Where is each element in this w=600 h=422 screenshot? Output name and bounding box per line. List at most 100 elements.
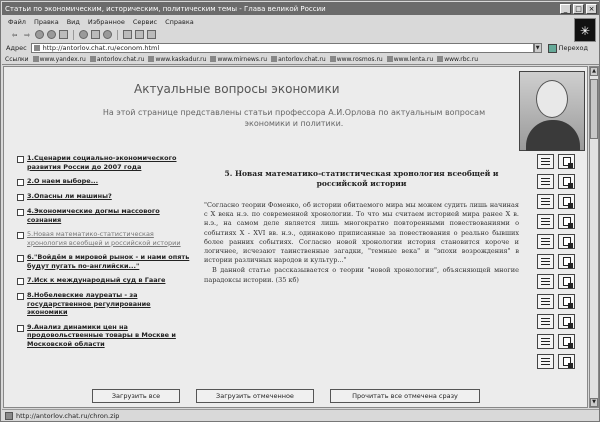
address-input[interactable]: http://antorlov.chat.ru/econom.html bbox=[30, 43, 534, 53]
menu-file[interactable]: Файл bbox=[8, 18, 26, 26]
article-checkbox[interactable] bbox=[17, 255, 24, 262]
icon-row bbox=[537, 354, 582, 369]
history-icon[interactable] bbox=[102, 30, 112, 39]
article-link-current[interactable]: 5.Новая математико-статистическая хронол… bbox=[27, 230, 192, 247]
article-link[interactable]: 3.Опасны ли машины? bbox=[27, 192, 112, 201]
link-item[interactable]: www.kaskadur.ru bbox=[148, 56, 206, 63]
icon-row bbox=[537, 174, 582, 189]
read-text-icon[interactable] bbox=[537, 154, 554, 169]
read-text-icon[interactable] bbox=[537, 274, 554, 289]
article-checkbox[interactable] bbox=[17, 156, 24, 163]
list-item: 8.Нобелевские лауреаты - за государствен… bbox=[17, 291, 192, 317]
article-checkbox[interactable] bbox=[17, 209, 24, 216]
load-selected-button[interactable]: Загрузить отмеченное bbox=[196, 389, 314, 403]
portrait-body bbox=[526, 120, 580, 151]
article-quote: "Согласно теории Фоменко, об истории оби… bbox=[204, 201, 519, 265]
download-icon[interactable] bbox=[558, 174, 575, 189]
article-link[interactable]: 8.Нобелевские лауреаты - за государствен… bbox=[27, 291, 192, 317]
title-bar: Статьи по экономическим, историческим, п… bbox=[2, 2, 599, 15]
article-link[interactable]: 2.О наем выборе... bbox=[27, 177, 98, 186]
article-link[interactable]: 4.Экономические догмы массового сознания bbox=[27, 207, 192, 224]
scroll-down-icon[interactable]: ▼ bbox=[590, 398, 598, 407]
read-text-icon[interactable] bbox=[537, 334, 554, 349]
menu-favorites[interactable]: Избранное bbox=[88, 18, 125, 26]
download-icon[interactable] bbox=[558, 214, 575, 229]
article-checkbox[interactable] bbox=[17, 232, 24, 239]
read-selected-button[interactable]: Прочитать все отмечена сразу bbox=[330, 389, 480, 403]
download-icon[interactable] bbox=[558, 254, 575, 269]
download-icon[interactable] bbox=[558, 194, 575, 209]
back-button[interactable]: ⇦ bbox=[10, 31, 19, 39]
link-label: www.kaskadur.ru bbox=[155, 55, 207, 63]
link-label: www.rosmos.ru bbox=[336, 55, 383, 63]
link-item[interactable]: www.lenta.ru bbox=[386, 56, 433, 63]
menu-help[interactable]: Справка bbox=[165, 18, 194, 26]
read-text-icon[interactable] bbox=[537, 254, 554, 269]
icon-row bbox=[537, 214, 582, 229]
link-item[interactable]: www.rbc.ru bbox=[437, 56, 478, 63]
favorites-icon[interactable] bbox=[90, 30, 100, 39]
article-checkbox[interactable] bbox=[17, 278, 24, 285]
link-page-icon bbox=[210, 56, 217, 62]
download-icon[interactable] bbox=[558, 334, 575, 349]
read-text-icon[interactable] bbox=[537, 234, 554, 249]
article-checkbox[interactable] bbox=[17, 293, 24, 300]
address-value: http://antorlov.chat.ru/econom.html bbox=[42, 44, 160, 52]
article-link[interactable]: 6."Войдём в мировой рынок - и нами опять… bbox=[27, 253, 192, 270]
download-icon[interactable] bbox=[558, 234, 575, 249]
page-subtitle: На этой странице представлены статьи про… bbox=[102, 108, 486, 128]
print-icon[interactable] bbox=[134, 30, 144, 39]
article-checkbox[interactable] bbox=[17, 324, 24, 332]
home-icon[interactable] bbox=[58, 30, 68, 39]
menu-edit[interactable]: Правка bbox=[34, 18, 59, 26]
address-bar: Адрес http://antorlov.chat.ru/econom.htm… bbox=[2, 42, 599, 54]
article-checkbox[interactable] bbox=[17, 194, 24, 201]
refresh-icon[interactable] bbox=[46, 30, 56, 39]
page-status-icon bbox=[5, 411, 13, 420]
download-icon[interactable] bbox=[558, 354, 575, 369]
link-label: www.mirnews.ru bbox=[217, 55, 268, 63]
mail-icon[interactable] bbox=[122, 30, 132, 39]
load-all-button[interactable]: Загрузить все bbox=[92, 389, 180, 403]
download-icon[interactable] bbox=[558, 294, 575, 309]
article-link[interactable]: 9.Анализ динамики цен на продовольственн… bbox=[27, 323, 192, 349]
links-bar: Ссылки www.yandex.ru antorlov.chat.ru ww… bbox=[2, 54, 599, 65]
page-icon bbox=[33, 45, 40, 51]
close-button[interactable]: × bbox=[586, 3, 597, 14]
read-text-icon[interactable] bbox=[537, 214, 554, 229]
link-item[interactable]: www.mirnews.ru bbox=[210, 56, 267, 63]
read-text-icon[interactable] bbox=[537, 174, 554, 189]
menu-tools[interactable]: Сервис bbox=[133, 18, 157, 26]
link-label: antorlov.chat.ru bbox=[96, 55, 145, 63]
link-item[interactable]: antorlov.chat.ru bbox=[89, 55, 145, 63]
maximize-button[interactable]: □ bbox=[573, 3, 584, 14]
scroll-thumb[interactable] bbox=[590, 79, 598, 139]
article-link[interactable]: 7.Иск к международный суд в Гааге bbox=[27, 276, 165, 285]
read-text-icon[interactable] bbox=[537, 314, 554, 329]
address-dropdown[interactable]: ▼ bbox=[533, 43, 542, 53]
menu-view[interactable]: Вид bbox=[67, 18, 80, 26]
read-text-icon[interactable] bbox=[537, 294, 554, 309]
read-text-icon[interactable] bbox=[537, 194, 554, 209]
browser-window: Статьи по экономическим, историческим, п… bbox=[0, 0, 600, 422]
link-item[interactable]: www.yandex.ru bbox=[32, 56, 86, 63]
scroll-up-icon[interactable]: ▲ bbox=[590, 67, 598, 76]
read-text-icon[interactable] bbox=[537, 354, 554, 369]
vertical-scrollbar[interactable]: ▲ ▼ bbox=[589, 66, 599, 408]
search-icon[interactable] bbox=[78, 30, 88, 39]
minimize-button[interactable]: _ bbox=[560, 3, 571, 14]
article-link[interactable]: 1.Сценарии социально-экономического разв… bbox=[27, 154, 192, 171]
article-checkbox[interactable] bbox=[17, 179, 24, 186]
link-item[interactable]: antorlov.chat.ru bbox=[271, 56, 326, 63]
go-button[interactable]: Переход bbox=[547, 43, 588, 53]
go-arrow-icon bbox=[547, 43, 557, 53]
status-url: http://antorlov.chat.ru/chron.zip bbox=[16, 411, 120, 420]
download-icon[interactable] bbox=[558, 274, 575, 289]
download-icon[interactable] bbox=[558, 314, 575, 329]
download-icon[interactable] bbox=[558, 154, 575, 169]
link-item[interactable]: www.rosmos.ru bbox=[329, 55, 383, 63]
edit-icon[interactable] bbox=[146, 30, 156, 39]
stop-icon[interactable] bbox=[34, 30, 44, 39]
forward-button[interactable]: ⇨ bbox=[22, 31, 31, 39]
icon-row bbox=[537, 254, 582, 269]
